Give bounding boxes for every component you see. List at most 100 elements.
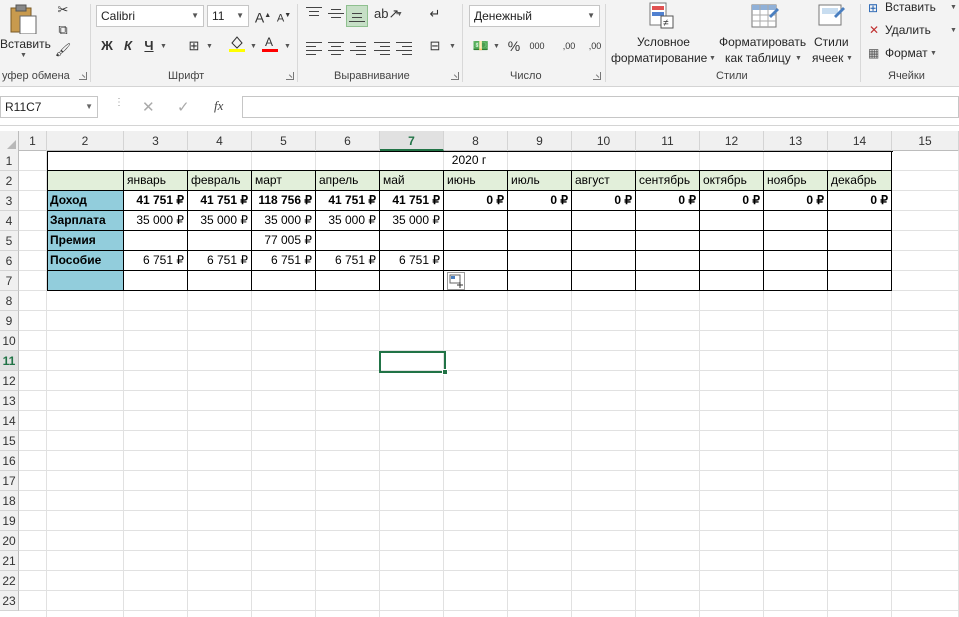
row-header[interactable]: 22: [0, 571, 19, 591]
table-cell[interactable]: 41 751 ₽: [316, 191, 380, 211]
align-left-icon[interactable]: [306, 39, 322, 58]
column-header[interactable]: 2: [47, 131, 124, 151]
table-cell[interactable]: 6 751 ₽: [252, 251, 316, 271]
table-title[interactable]: 2020 г: [47, 151, 892, 171]
table-cell[interactable]: [124, 231, 188, 251]
paste-button[interactable]: Вставить ▼: [0, 2, 51, 64]
row-header[interactable]: 17: [0, 471, 19, 491]
fill-handle[interactable]: [442, 369, 448, 375]
chevron-down-icon[interactable]: ▼: [250, 43, 257, 50]
row-label[interactable]: Премия: [47, 231, 124, 251]
font-size-select[interactable]: 11 ▼: [207, 5, 249, 27]
row-label[interactable]: Доход: [47, 191, 124, 211]
percent-button[interactable]: %: [503, 36, 525, 56]
table-cell[interactable]: 6 751 ₽: [188, 251, 252, 271]
thousands-separator-button[interactable]: 000: [526, 36, 548, 56]
align-top-icon[interactable]: [306, 4, 322, 19]
table-cell[interactable]: [572, 251, 636, 271]
table-cell[interactable]: 77 005 ₽: [252, 231, 316, 251]
table-cell[interactable]: [828, 271, 892, 291]
table-cell[interactable]: 35 000 ₽: [124, 211, 188, 231]
column-header[interactable]: 13: [764, 131, 828, 151]
table-cell[interactable]: 0 ₽: [700, 191, 764, 211]
format-painter-icon[interactable]: 🖌: [52, 40, 74, 60]
chevron-down-icon[interactable]: ▼: [206, 43, 213, 50]
cancel-icon[interactable]: ✕: [142, 98, 155, 116]
table-cell[interactable]: [380, 231, 444, 251]
table-cell[interactable]: 41 751 ₽: [380, 191, 444, 211]
column-header[interactable]: 5: [252, 131, 316, 151]
wrap-text-icon[interactable]: ↵: [424, 4, 446, 24]
align-center-icon[interactable]: [328, 39, 344, 58]
merge-center-icon[interactable]: ⊟: [424, 36, 446, 56]
font-launcher-icon[interactable]: [286, 72, 294, 80]
table-cell[interactable]: [636, 211, 700, 231]
table-cell[interactable]: 118 756 ₽: [252, 191, 316, 211]
table-cell[interactable]: [700, 251, 764, 271]
decrease-indent-icon[interactable]: [374, 39, 390, 58]
chevron-down-icon[interactable]: ▼: [493, 43, 500, 50]
column-header[interactable]: 10: [572, 131, 636, 151]
enter-icon[interactable]: ✓: [177, 98, 190, 116]
table-cell[interactable]: [188, 271, 252, 291]
table-cell[interactable]: 0 ₽: [444, 191, 508, 211]
fill-color-icon[interactable]: [226, 34, 248, 54]
chevron-down-icon[interactable]: ▼: [160, 43, 167, 50]
grow-font-button[interactable]: A▲: [252, 6, 274, 26]
row-header[interactable]: 1: [0, 151, 19, 171]
increase-indent-icon[interactable]: [396, 39, 412, 58]
column-header[interactable]: 8: [444, 131, 508, 151]
number-format-select[interactable]: Денежный ▼: [469, 5, 600, 27]
table-cell[interactable]: [764, 211, 828, 231]
table-cell[interactable]: [572, 271, 636, 291]
table-cell[interactable]: [700, 231, 764, 251]
column-header[interactable]: 3: [124, 131, 188, 151]
delete-cells-button[interactable]: ✕ Удалить ▼: [866, 23, 959, 41]
borders-icon[interactable]: ⊞: [183, 36, 205, 56]
underline-button[interactable]: Ч: [138, 36, 160, 56]
table-cell[interactable]: 0 ₽: [636, 191, 700, 211]
table-cell[interactable]: [252, 271, 316, 291]
table-cell[interactable]: [636, 231, 700, 251]
currency-format-icon[interactable]: 💵: [470, 36, 492, 56]
quick-analysis-button[interactable]: [447, 272, 465, 290]
table-cell[interactable]: 6 751 ₽: [316, 251, 380, 271]
row-header[interactable]: 5: [0, 231, 19, 251]
month-header[interactable]: май: [380, 171, 444, 191]
row-header[interactable]: 23: [0, 591, 19, 611]
row-header[interactable]: 6: [0, 251, 19, 271]
table-cell[interactable]: 41 751 ₽: [124, 191, 188, 211]
insert-cells-button[interactable]: ⊞ Вставить ▼: [866, 0, 959, 18]
table-cell[interactable]: [444, 211, 508, 231]
row-header[interactable]: 11: [0, 351, 19, 371]
italic-button[interactable]: К: [117, 36, 139, 56]
month-header[interactable]: апрель: [316, 171, 380, 191]
row-header[interactable]: 14: [0, 411, 19, 431]
row-header[interactable]: 2: [0, 171, 19, 191]
font-family-select[interactable]: Calibri ▼: [96, 5, 204, 27]
cut-icon[interactable]: ✂: [52, 0, 74, 20]
month-header[interactable]: февраль: [188, 171, 252, 191]
row-header[interactable]: 15: [0, 431, 19, 451]
column-header[interactable]: 9: [508, 131, 572, 151]
column-header[interactable]: 12: [700, 131, 764, 151]
table-cell[interactable]: 6 751 ₽: [124, 251, 188, 271]
formula-input[interactable]: [242, 96, 959, 118]
row-header[interactable]: 3: [0, 191, 19, 211]
row-header[interactable]: 18: [0, 491, 19, 511]
column-header[interactable]: 11: [636, 131, 700, 151]
table-cell[interactable]: [508, 211, 572, 231]
column-header[interactable]: 1: [19, 131, 47, 151]
table-cell[interactable]: [444, 231, 508, 251]
table-cell[interactable]: [572, 231, 636, 251]
month-header[interactable]: ноябрь: [764, 171, 828, 191]
orientation-icon[interactable]: ab↗: [374, 4, 399, 24]
row-header[interactable]: 13: [0, 391, 19, 411]
row-label[interactable]: [47, 271, 124, 291]
month-header[interactable]: июль: [508, 171, 572, 191]
shrink-font-button[interactable]: A▼: [273, 6, 295, 26]
row-header[interactable]: 9: [0, 311, 19, 331]
align-bottom-button[interactable]: [346, 5, 368, 27]
number-launcher-icon[interactable]: [593, 72, 601, 80]
name-box[interactable]: R11C7 ▼: [0, 96, 98, 118]
